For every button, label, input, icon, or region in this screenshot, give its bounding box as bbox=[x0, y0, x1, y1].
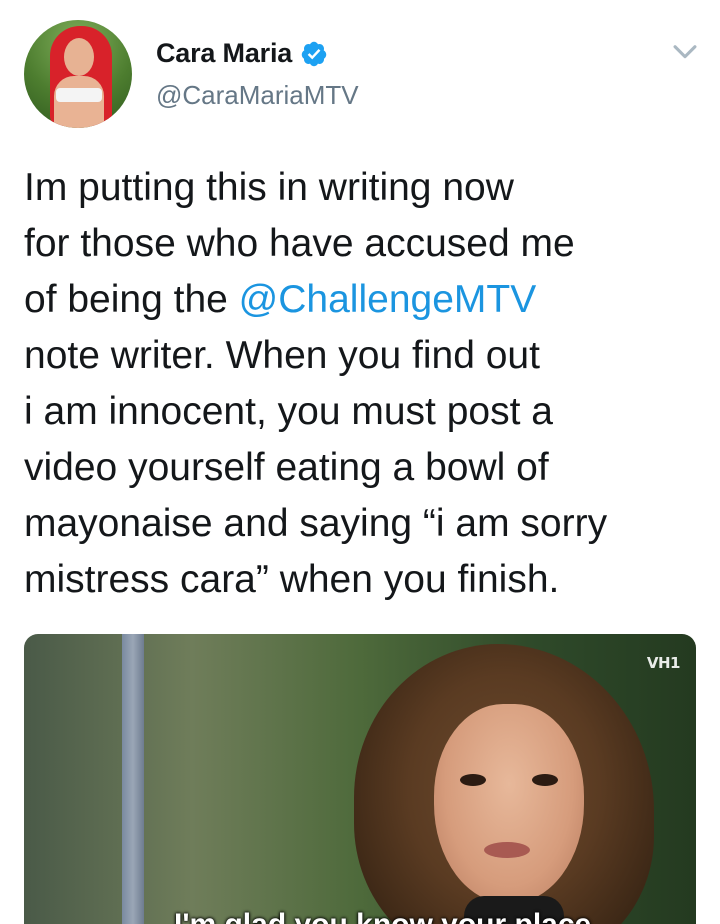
tweet-text-segment: video yourself eating a bowl of bbox=[24, 446, 549, 489]
verified-badge-icon bbox=[301, 41, 327, 66]
tweet-text-line: mayonaise and saying “i am sorry bbox=[24, 496, 704, 552]
tweet-text-line: i am innocent, you must post a bbox=[24, 384, 704, 440]
media-background-pole bbox=[122, 634, 144, 924]
media-person-face bbox=[434, 704, 584, 904]
tweet-text: Im putting this in writing now for those … bbox=[24, 160, 704, 608]
tweet-text-segment: for those who have accused me bbox=[24, 222, 575, 265]
media-caption: I'm glad you know your place bbox=[174, 908, 591, 924]
media-watermark: VH1 bbox=[646, 654, 681, 672]
tweet-text-segment: i am innocent, you must post a bbox=[24, 390, 553, 433]
media-person-eye-left bbox=[460, 774, 486, 786]
tweet-text-line: of being the @ChallengeMTV bbox=[24, 272, 704, 328]
author-display-name[interactable]: Cara Maria bbox=[156, 38, 292, 69]
mention-link[interactable]: @ChallengeMTV bbox=[239, 278, 537, 321]
tweet-text-segment: mistress cara” when you finish. bbox=[24, 558, 560, 601]
tweet-text-segment: of being the bbox=[24, 278, 239, 321]
tweet-media-gif[interactable]: VH1 I'm glad you know your place bbox=[24, 634, 696, 924]
avatar-body bbox=[54, 76, 104, 128]
tweet-text-segment: Im putting this in writing now bbox=[24, 166, 514, 209]
chevron-down-icon[interactable] bbox=[668, 34, 702, 68]
author-avatar[interactable] bbox=[24, 20, 132, 128]
author-handle[interactable]: @CaraMariaMTV bbox=[156, 80, 359, 111]
author-name-row[interactable]: Cara Maria bbox=[156, 38, 328, 69]
tweet-text-line: Im putting this in writing now bbox=[24, 160, 704, 216]
tweet-text-line: video yourself eating a bowl of bbox=[24, 440, 704, 496]
avatar-top bbox=[56, 88, 102, 102]
tweet-text-line: for those who have accused me bbox=[24, 216, 704, 272]
tweet-text-segment: note writer. When you find out bbox=[24, 334, 540, 377]
tweet-text-line: mistress cara” when you finish. bbox=[24, 552, 704, 608]
media-person-eye-right bbox=[532, 774, 558, 786]
avatar-face bbox=[64, 38, 94, 76]
tweet-text-segment: mayonaise and saying “i am sorry bbox=[24, 502, 608, 545]
tweet-text-line: note writer. When you find out bbox=[24, 328, 704, 384]
media-person-lips bbox=[484, 842, 530, 858]
